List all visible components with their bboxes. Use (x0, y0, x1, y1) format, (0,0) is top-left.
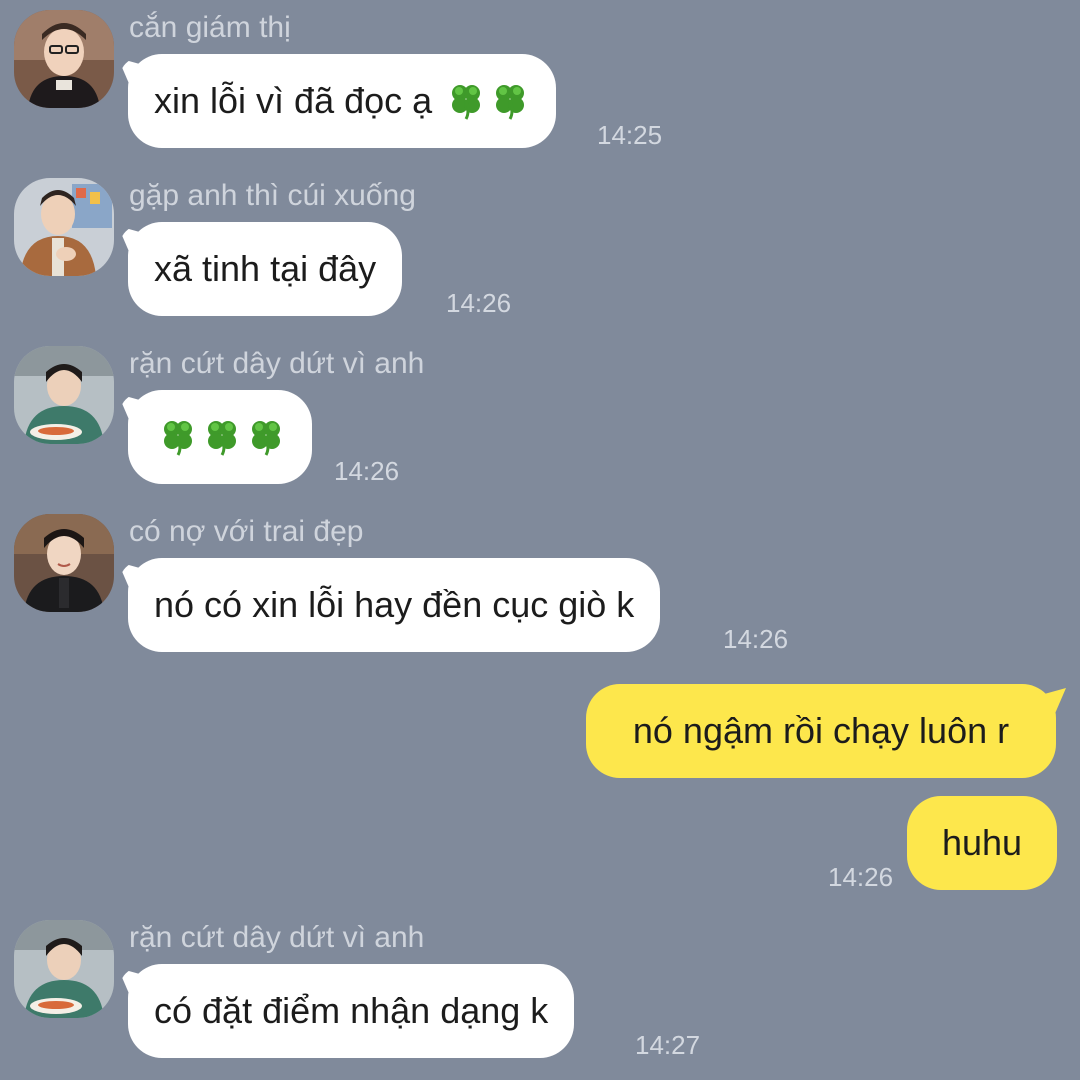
outgoing-bubble[interactable]: huhu (907, 796, 1057, 890)
sender-name: gặp anh thì cúi xuống (129, 179, 416, 212)
avatar[interactable] (14, 514, 114, 612)
message-time: 14:25 (597, 120, 663, 150)
sender-name: cắn giám thị (129, 11, 291, 44)
avatar-image (14, 514, 114, 612)
message-text: xã tinh tại đây (154, 248, 377, 289)
sender-name: rặn cứt dây dứt vì anh (129, 921, 425, 954)
avatar[interactable] (14, 920, 114, 1018)
avatar-image (14, 346, 114, 444)
message-bubble[interactable] (128, 390, 312, 484)
avatar[interactable] (14, 178, 114, 276)
message-bubble[interactable]: có đặt điểm nhận dạng k (128, 964, 575, 1058)
message-time: 14:26 (334, 456, 400, 486)
message-text: nó ngậm rồi chạy luôn r (632, 710, 1010, 751)
message-time: 14:26 (828, 862, 894, 892)
clover-icon (446, 80, 486, 120)
message-bubble[interactable]: xin lỗi vì đã đọc ạ (128, 54, 557, 148)
message-bubble[interactable]: nó có xin lỗi hay đền cục giò k (128, 558, 661, 652)
clover-icon (490, 80, 530, 120)
message-text: huhu (941, 822, 1023, 863)
chat-view: cắn giám thị xin lỗi vì đã đọc ạ 14:25 g… (0, 0, 1080, 1080)
message-time: 14:27 (635, 1030, 701, 1060)
clover-icon (202, 416, 242, 456)
outgoing-bubble[interactable]: nó ngậm rồi chạy luôn r (586, 684, 1056, 778)
message-time: 14:26 (446, 288, 512, 318)
sender-name: rặn cứt dây dứt vì anh (129, 347, 425, 380)
avatar-image (14, 10, 114, 108)
message-time: 14:26 (723, 624, 789, 654)
sender-name: có nợ với trai đẹp (129, 515, 364, 548)
avatar-image (14, 920, 114, 1018)
message-bubble[interactable]: xã tinh tại đây (128, 222, 403, 316)
avatar[interactable] (14, 346, 114, 444)
avatar-image (14, 178, 114, 276)
avatar[interactable] (14, 10, 114, 108)
clover-icon (158, 416, 198, 456)
message-text: xin lỗi vì đã đọc ạ (154, 80, 443, 121)
message-text: nó có xin lỗi hay đền cục giò k (154, 584, 635, 625)
clover-icon (246, 416, 286, 456)
message-text: có đặt điểm nhận dạng k (154, 990, 549, 1031)
